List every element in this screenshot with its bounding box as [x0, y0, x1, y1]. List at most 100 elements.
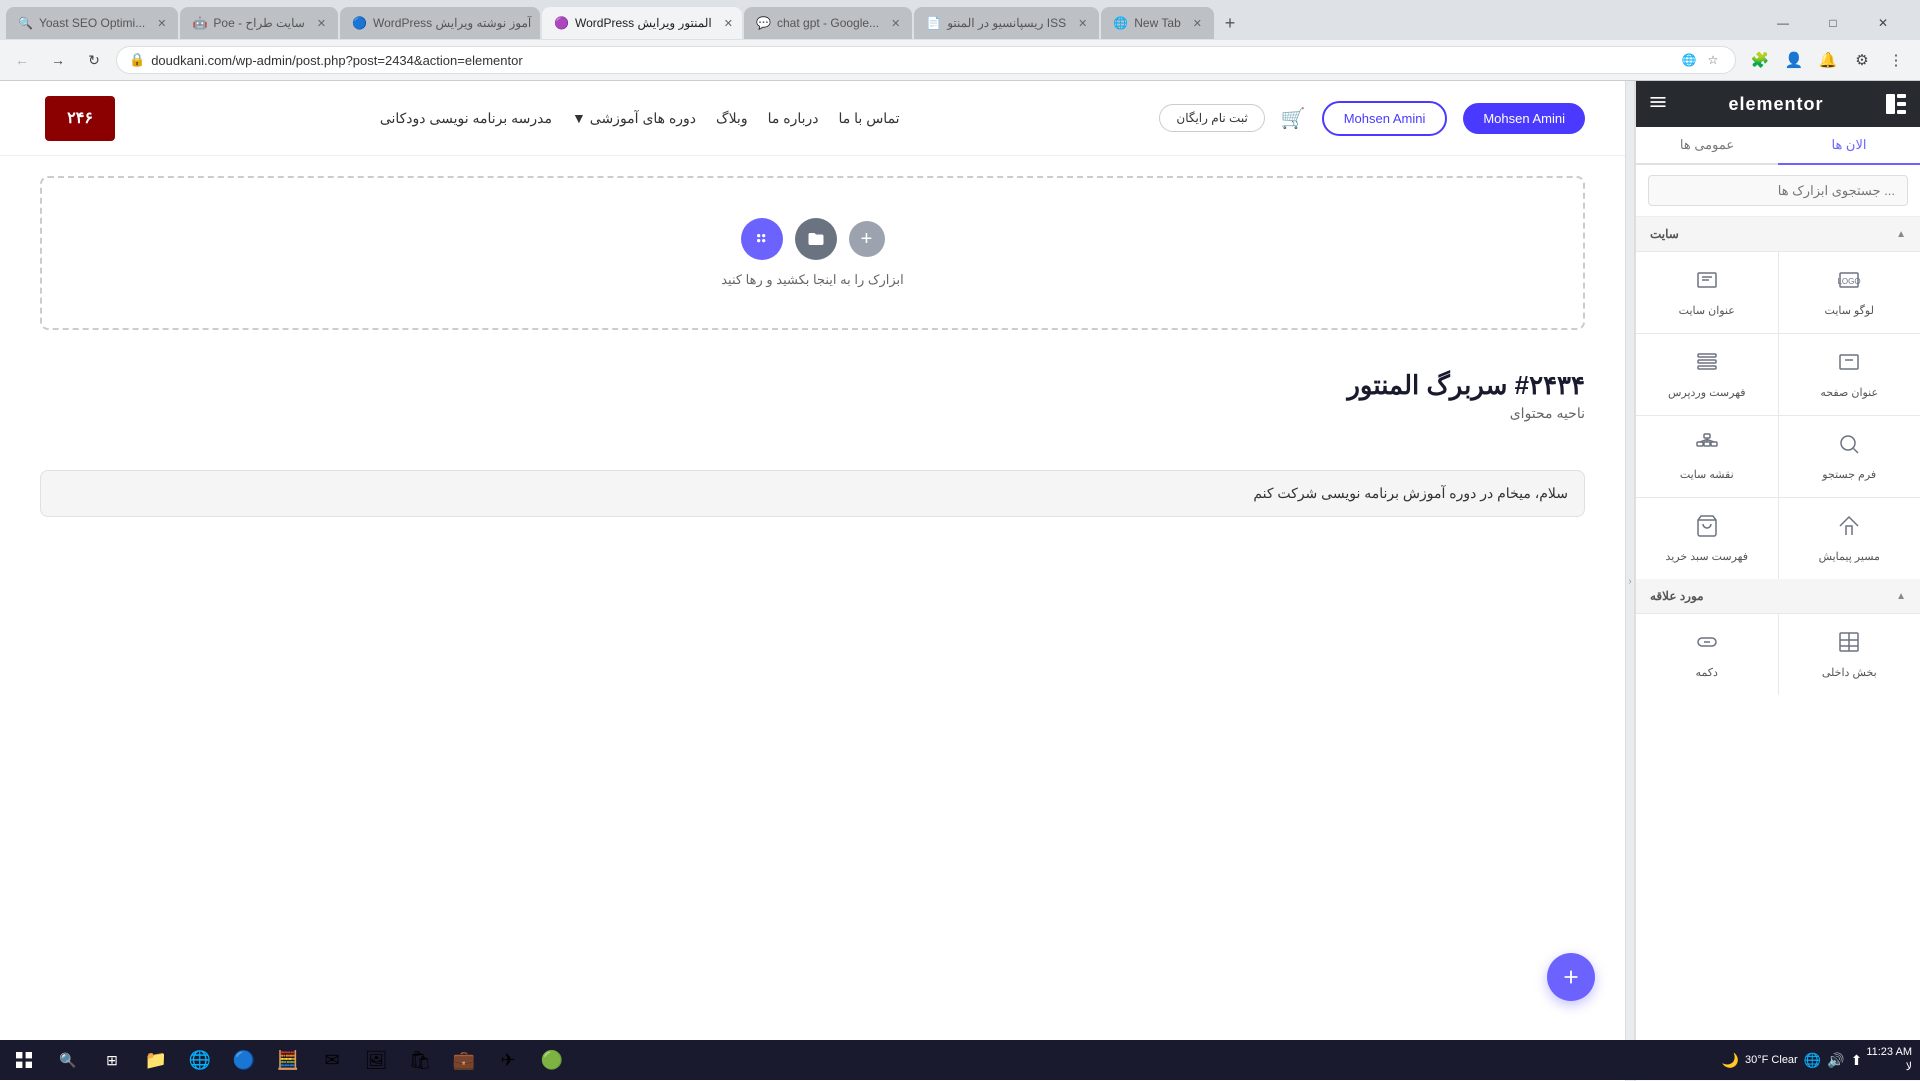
- browser-tab-7[interactable]: 🌐 New Tab ✕: [1101, 7, 1214, 39]
- browser-tab-4[interactable]: 🟣 WordPress المنتور ویرایش ✕: [542, 7, 742, 39]
- taskbar-right: 🌙 30°F Clear 🌐 🔊 ⬆ 11:23 AM لا: [1722, 1045, 1920, 1076]
- widget-search-form[interactable]: فرم جستجو: [1779, 416, 1920, 497]
- nav-contact[interactable]: تماس با ما: [839, 110, 900, 127]
- new-tab-button[interactable]: +: [1216, 9, 1244, 37]
- translate-icon[interactable]: 🌐: [1679, 50, 1699, 70]
- widget-nav-menu[interactable]: فهرست وردپرس: [1636, 334, 1778, 415]
- page-bottom-section: #۲۴۳۴ سربرگ المنتور ناحیه محتوای: [0, 350, 1625, 450]
- app-icon-9[interactable]: 🟢: [532, 1040, 572, 1080]
- tab-label-1: Yoast SEO Optimi...: [39, 16, 145, 30]
- browser-menu-icon[interactable]: ⋮: [1880, 44, 1912, 76]
- add-widget-icon[interactable]: +: [849, 221, 885, 257]
- tab-close-7[interactable]: ✕: [1193, 17, 1202, 30]
- panel-menu-button[interactable]: [1648, 92, 1668, 117]
- tab-general[interactable]: عمومی ها: [1636, 127, 1778, 163]
- minimize-button[interactable]: —: [1760, 7, 1806, 39]
- time-display: 11:23 AM: [1866, 1045, 1912, 1060]
- nav-menu-label: فهرست وردپرس: [1668, 386, 1746, 399]
- window-controls: — □ ✕: [1760, 7, 1914, 39]
- related-widgets-section: ▲ مورد علاقه دکمه: [1636, 579, 1920, 695]
- widget-search-input[interactable]: [1648, 175, 1908, 206]
- site-title-icon: [1695, 268, 1719, 298]
- browser-tab-5[interactable]: 💬 chat gpt - Google... ✕: [744, 7, 912, 39]
- address-text: doudkani.com/wp-admin/post.php?post=2434…: [151, 53, 1673, 68]
- fab-button[interactable]: [1547, 953, 1595, 1001]
- back-button[interactable]: ←: [8, 46, 36, 74]
- page-main-title: #۲۴۳۴ سربرگ المنتور: [40, 370, 1585, 401]
- tab-close-6[interactable]: ✕: [1078, 17, 1087, 30]
- address-bar[interactable]: 🔒 doudkani.com/wp-admin/post.php?post=24…: [116, 46, 1736, 74]
- page-title-section: #۲۴۳۴ سربرگ المنتور ناحیه محتوای: [40, 370, 1585, 422]
- btn-mohsen-2[interactable]: Mohsen Amini: [1322, 101, 1448, 136]
- tab-close-2[interactable]: ✕: [317, 17, 326, 30]
- chrome-icon[interactable]: 🔵: [224, 1040, 264, 1080]
- tab-bar: 🔍 Yoast SEO Optimi... ✕ 🤖 Poe - سایت طرا…: [0, 0, 1920, 40]
- widget-inner-section[interactable]: بخش داخلی: [1779, 614, 1920, 695]
- telegram-icon[interactable]: ✈: [488, 1040, 528, 1080]
- nav-courses-dropdown[interactable]: دوره های آموزشی ▼: [572, 110, 696, 127]
- browser-tab-3[interactable]: 🔵 WordPress آموز نوشته ویرایش ✕: [340, 7, 540, 39]
- edge-icon[interactable]: 🌐: [180, 1040, 220, 1080]
- nav-blog[interactable]: وبلاگ: [716, 110, 748, 127]
- tab-elements[interactable]: الان ها: [1778, 127, 1920, 165]
- bookmark-icon[interactable]: ☆: [1703, 50, 1723, 70]
- widget-navigation[interactable]: مسیر پیمایش: [1779, 498, 1920, 579]
- tab-favicon-1: 🔍: [18, 16, 33, 30]
- browser-tab-2[interactable]: 🤖 Poe - سایت طراح ✕: [180, 7, 338, 39]
- tab-close-1[interactable]: ✕: [157, 17, 166, 30]
- calculator-icon[interactable]: 🧮: [268, 1040, 308, 1080]
- main-layout: Mohsen Amini Mohsen Amini 🛒 ثبت نام رایگ…: [0, 81, 1920, 1081]
- browser-tab-6[interactable]: 📄 ریسپانسیو در المنتو ISS ✕: [914, 7, 1099, 39]
- site-section-title[interactable]: ▲ سایت: [1636, 217, 1920, 252]
- extensions-icon[interactable]: 🧩: [1744, 44, 1776, 76]
- navigation-icon: [1837, 514, 1861, 544]
- inner-section-label: بخش داخلی: [1822, 666, 1877, 679]
- battery-icon: 🌙: [1722, 1052, 1739, 1069]
- elementor-panel: elementor عمومی ها الان ها ▲ سایت: [1635, 81, 1920, 1081]
- cart-icon[interactable]: 🛒: [1281, 106, 1306, 131]
- notifications-icon[interactable]: 🔔: [1812, 44, 1844, 76]
- panel-resize-handle[interactable]: ›: [1625, 81, 1635, 1081]
- tab-close-5[interactable]: ✕: [891, 17, 900, 30]
- toolbar-icons: 🧩 👤 🔔 ⚙ ⋮: [1744, 44, 1912, 76]
- related-section-title[interactable]: ▲ مورد علاقه: [1636, 579, 1920, 614]
- widget-page-title[interactable]: عنوان صفحه: [1779, 334, 1920, 415]
- task-view-btn[interactable]: ⊞: [92, 1040, 132, 1080]
- btn-mohsen-1[interactable]: Mohsen Amini: [1463, 103, 1585, 134]
- tab-close-4[interactable]: ✕: [724, 17, 733, 30]
- photos-icon[interactable]: 🖼: [356, 1040, 396, 1080]
- widget-site-title[interactable]: عنوان سایت: [1636, 252, 1778, 333]
- close-button[interactable]: ✕: [1860, 7, 1906, 39]
- tab-label-5: chat gpt - Google...: [777, 16, 879, 30]
- taskbar-left: 🔍 ⊞ 📁 🌐 🔵 🧮 ✉ 🖼 🛍 💼 ✈ 🟢: [0, 1040, 572, 1080]
- store-icon[interactable]: 🛍: [400, 1040, 440, 1080]
- profile-icon[interactable]: 👤: [1778, 44, 1810, 76]
- page-title-icon: [1837, 350, 1861, 380]
- drag-icon: [741, 218, 783, 260]
- widget-search-bar: [1636, 165, 1920, 217]
- settings-icon[interactable]: ⚙: [1846, 44, 1878, 76]
- start-button[interactable]: [4, 1040, 44, 1080]
- widget-cart[interactable]: فهرست سبد خرید: [1636, 498, 1778, 579]
- browser-tab-1[interactable]: 🔍 Yoast SEO Optimi... ✕: [6, 7, 178, 39]
- search-taskbar-btn[interactable]: 🔍: [48, 1040, 88, 1080]
- file-explorer-icon[interactable]: 📁: [136, 1040, 176, 1080]
- reload-button[interactable]: ↻: [80, 46, 108, 74]
- site-logo-icon: LOGO: [1837, 268, 1861, 298]
- tab-label-3: WordPress آموز نوشته ویرایش: [373, 16, 531, 30]
- register-button[interactable]: ثبت نام رایگان: [1159, 104, 1264, 132]
- drop-zone-icons: +: [741, 218, 885, 260]
- forward-button[interactable]: →: [44, 46, 72, 74]
- drop-zone[interactable]: + ابزارک را به اینجا بکشید و رها کنید: [40, 176, 1585, 330]
- nav-school[interactable]: مدرسه برنامه نویسی دودکانی: [380, 110, 552, 127]
- maximize-button[interactable]: □: [1810, 7, 1856, 39]
- svg-text:LOGO: LOGO: [1838, 277, 1861, 286]
- mail-icon[interactable]: ✉: [312, 1040, 352, 1080]
- site-section-arrow: ▲: [1896, 229, 1906, 240]
- tab-label-7: New Tab: [1134, 16, 1180, 30]
- teams-icon[interactable]: 💼: [444, 1040, 484, 1080]
- widget-sitemap[interactable]: نقشه سایت: [1636, 416, 1778, 497]
- nav-about[interactable]: درباره ما: [768, 110, 819, 127]
- widget-site-logo[interactable]: LOGO لوگو سایت: [1779, 252, 1920, 333]
- widget-button[interactable]: دکمه: [1636, 614, 1778, 695]
